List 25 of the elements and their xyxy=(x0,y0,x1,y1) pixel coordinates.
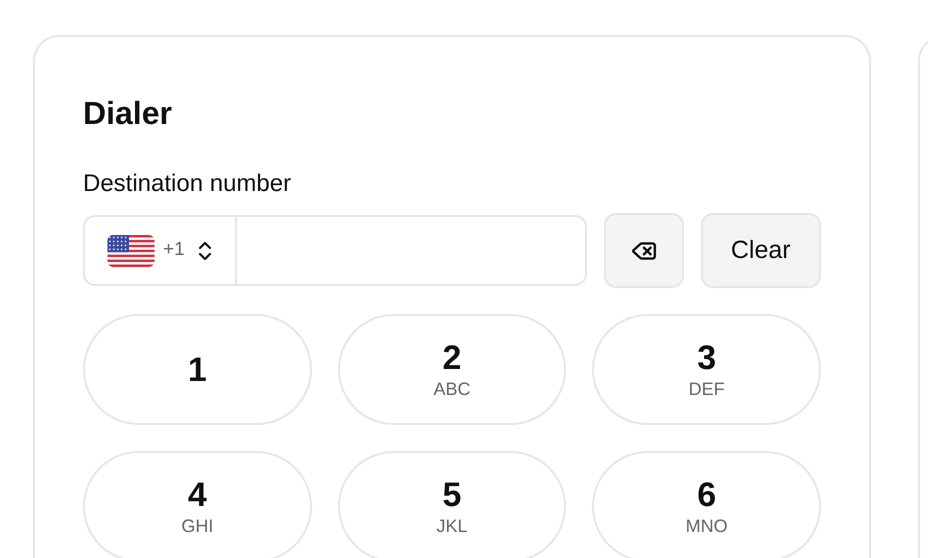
key-digit: 2 xyxy=(442,338,462,376)
flag-icon xyxy=(107,234,155,266)
dial-key[interactable]: 6 MNO xyxy=(592,451,821,558)
country-selector[interactable]: +1 xyxy=(85,217,237,284)
key-digit: 3 xyxy=(697,338,716,376)
key-letters: MNO xyxy=(686,514,728,538)
key-digit: 5 xyxy=(442,476,462,514)
key-letters: GHI xyxy=(181,514,214,538)
dial-key[interactable]: 5 JKL xyxy=(338,451,566,558)
key-digit: 1 xyxy=(188,350,207,388)
clear-button[interactable]: Clear xyxy=(700,213,821,288)
backspace-button[interactable] xyxy=(604,213,684,288)
key-letters: DEF xyxy=(688,378,725,400)
field-label: Destination number xyxy=(83,169,292,199)
key-digit: 4 xyxy=(188,476,207,514)
dial-key[interactable]: 2 ABC xyxy=(338,314,566,425)
key-digit: 6 xyxy=(697,476,716,514)
key-letters: ABC xyxy=(433,378,470,400)
key-letters: JKL xyxy=(436,514,468,538)
phone-field[interactable]: +1 xyxy=(83,215,587,286)
dial-key[interactable]: 4 GHI xyxy=(83,451,312,558)
dial-key[interactable]: 1 xyxy=(83,314,312,425)
card-title: Dialer xyxy=(83,94,173,133)
country-code: +1 xyxy=(163,238,185,262)
dial-key[interactable]: 3 DEF xyxy=(592,314,821,425)
